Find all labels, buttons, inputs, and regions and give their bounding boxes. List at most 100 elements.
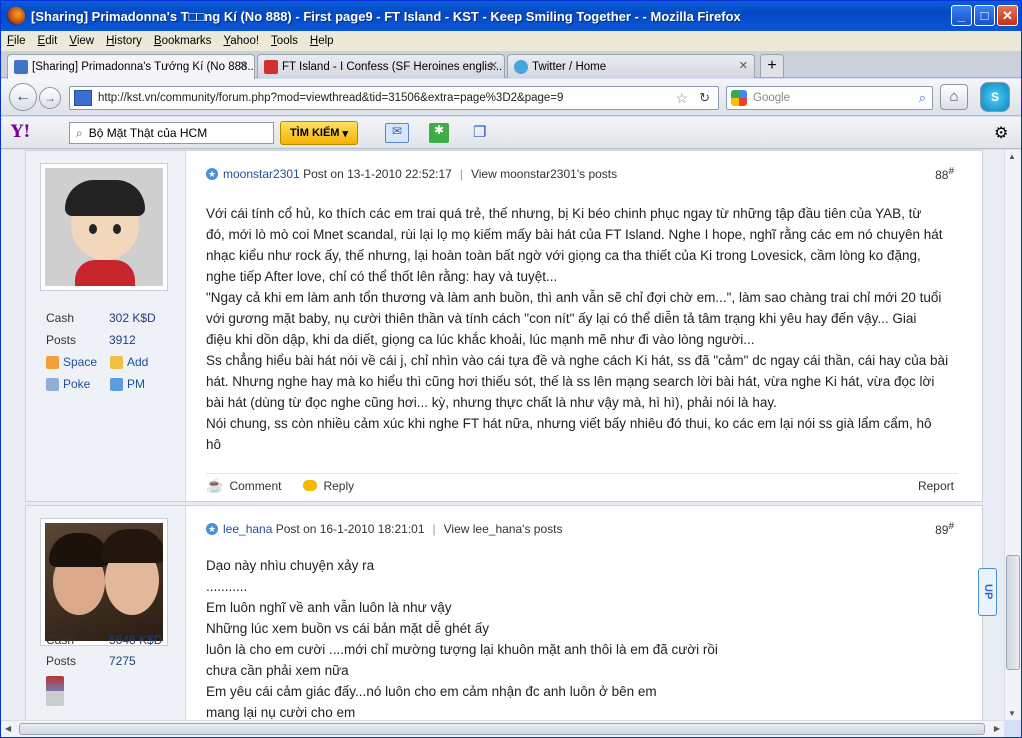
posts-stat: Posts 7275 bbox=[46, 654, 136, 668]
tab-label: [Sharing] Primadonna's Tướng Kí (No 888.… bbox=[32, 61, 255, 73]
cash-label: Cash bbox=[46, 633, 75, 647]
yahoo-search-button[interactable]: TÌM KIẾM ▾ bbox=[280, 121, 358, 145]
menu-yahoo[interactable]: Yahoo! bbox=[223, 35, 259, 47]
tab-label: FT Island - I Confess (SF Heroines engli… bbox=[282, 60, 503, 73]
add-friend-link[interactable]: Add bbox=[110, 355, 148, 369]
post-line: bài hát (dùng từ đọc nghe cũng hơi... kỳ… bbox=[206, 395, 777, 410]
scroll-up-arrow-icon[interactable]: ▲ bbox=[1008, 152, 1016, 161]
post-number[interactable]: 88# bbox=[935, 166, 954, 182]
scroll-down-arrow-icon[interactable]: ▼ bbox=[1008, 709, 1016, 718]
online-star-icon: ★ bbox=[206, 168, 218, 180]
menu-edit[interactable]: Edit bbox=[38, 35, 58, 47]
post-line: nghe tiếp After love, chỉ có thể thốt lê… bbox=[206, 269, 558, 284]
comment-icon: ☕ bbox=[206, 477, 224, 493]
post-line: Những lúc xem buồn vs cái bản mặt dễ ghé… bbox=[206, 621, 489, 636]
view-posts-link[interactable]: View moonstar2301's posts bbox=[471, 167, 617, 181]
yahoo-query-text: Bộ Mặt Thật của HCM bbox=[88, 126, 208, 140]
firefox-icon bbox=[7, 7, 25, 25]
post-author-link[interactable]: moonstar2301 bbox=[223, 167, 300, 181]
horizontal-scroll-thumb[interactable] bbox=[19, 723, 985, 735]
new-tab-button[interactable]: + bbox=[760, 54, 784, 78]
post-number-sup: # bbox=[948, 521, 954, 532]
vertical-scroll-thumb[interactable] bbox=[1006, 555, 1020, 670]
minimize-button[interactable]: _ bbox=[951, 5, 972, 26]
post-author-link[interactable]: lee_hana bbox=[223, 522, 272, 536]
site-identity-icon bbox=[74, 90, 92, 106]
youtube-icon bbox=[264, 59, 278, 74]
cash-value: 302 K$D bbox=[109, 311, 156, 325]
home-icon bbox=[46, 355, 59, 369]
post-line: đó, mới lò mò coi Mnet scandal, rùi lại … bbox=[206, 227, 943, 242]
pm-link[interactable]: PM bbox=[110, 377, 145, 391]
menu-file[interactable]: File bbox=[7, 35, 26, 47]
scroll-right-arrow-icon[interactable]: ▶ bbox=[994, 724, 1000, 733]
window-title: [Sharing] Primadonna's T□□ng Kí (No 888)… bbox=[31, 8, 741, 24]
post-line: Ss chẳng hiểu bài hát nói về cái j, chỉ … bbox=[206, 353, 949, 368]
bookmarks-icon[interactable]: ❐ bbox=[473, 123, 491, 143]
comment-button[interactable]: Comment bbox=[229, 479, 281, 493]
post-line: Dạo này nhìu chuyện xảy ra bbox=[206, 558, 375, 573]
reload-icon[interactable]: ↻ bbox=[699, 90, 710, 106]
tab-close-icon[interactable]: ✕ bbox=[739, 59, 748, 72]
posts-label: Posts bbox=[46, 333, 77, 347]
back-button[interactable]: ← bbox=[9, 83, 37, 111]
close-button[interactable]: ✕ bbox=[997, 5, 1018, 26]
post-main: ★ moonstar2301 Post on 13-1-2010 22:52:1… bbox=[206, 151, 964, 503]
post-line: "Ngay cả khi em làm anh tổn thương và là… bbox=[206, 290, 942, 305]
gadget-icon[interactable]: ✱ bbox=[429, 123, 449, 143]
avatar[interactable] bbox=[40, 518, 168, 646]
post-line: luôn là cho em cười ....mới chỉ mường tư… bbox=[206, 642, 718, 657]
tab-youtube[interactable]: FT Island - I Confess (SF Heroines engli… bbox=[257, 54, 505, 78]
skype-icon[interactable]: S bbox=[980, 82, 1010, 112]
post-author-sidebar: Cash 5648 K$D Posts 7275 bbox=[26, 506, 186, 720]
post-line: chưa cần phải xem nữa bbox=[206, 663, 349, 678]
home-button[interactable]: ⌂ bbox=[940, 84, 968, 110]
horizontal-scrollbar[interactable]: ◀ ▶ bbox=[1, 720, 1004, 737]
twitter-icon bbox=[514, 59, 528, 74]
menu-bar: File Edit View History Bookmarks Yahoo! … bbox=[1, 31, 1021, 51]
post-line: Nói chung, ss còn nhiều cảm xúc khi nghe… bbox=[206, 416, 932, 431]
add-label: Add bbox=[127, 355, 149, 369]
tab-close-icon[interactable]: ✕ bbox=[239, 59, 248, 72]
search-icon[interactable]: ⌕ bbox=[919, 90, 926, 106]
tab-twitter[interactable]: Twitter / Home ✕ bbox=[507, 54, 755, 78]
post-line: nhạc kiểu như rock ấy, thế nhưng, lại ho… bbox=[206, 248, 921, 263]
post-main: ★ lee_hana Post on 16-1-2010 18:21:01 | … bbox=[206, 506, 964, 720]
menu-bookmarks[interactable]: Bookmarks bbox=[154, 35, 212, 47]
yahoo-search-input[interactable]: ⌕ Bộ Mặt Thật của HCM bbox=[69, 122, 274, 144]
maximize-button[interactable]: □ bbox=[974, 5, 995, 26]
yahoo-logo[interactable]: Y! bbox=[11, 122, 31, 142]
post-line: hát. Nhưng nghe hay mà ko hiểu thì cũng … bbox=[206, 374, 935, 389]
tab-sharing[interactable]: [Sharing] Primadonna's Tướng Kí (No 888.… bbox=[7, 54, 255, 79]
bookmark-star-icon[interactable]: ☆ bbox=[675, 90, 688, 107]
navigation-bar: ← → http://kst.vn/community/forum.php?mo… bbox=[1, 79, 1021, 116]
forward-button[interactable]: → bbox=[39, 87, 61, 109]
reply-button[interactable]: Reply bbox=[323, 479, 354, 493]
scroll-left-arrow-icon[interactable]: ◀ bbox=[5, 724, 11, 733]
post-line: với gương mặt baby, nụ cười thiên thần v… bbox=[206, 311, 917, 326]
view-posts-link[interactable]: View lee_hana's posts bbox=[444, 522, 563, 536]
tab-close-icon[interactable]: ✕ bbox=[489, 59, 498, 72]
post-author-sidebar: Cash 302 K$D Posts 3912 Space Add Poke PM bbox=[26, 151, 186, 501]
post-number[interactable]: 89# bbox=[935, 521, 954, 537]
cash-label: Cash bbox=[46, 311, 75, 325]
url-bar[interactable]: http://kst.vn/community/forum.php?mod=vi… bbox=[69, 86, 719, 110]
menu-view[interactable]: View bbox=[69, 35, 94, 47]
search-bar[interactable]: Google ⌕ bbox=[726, 86, 933, 110]
menu-tools[interactable]: Tools bbox=[271, 35, 298, 47]
scroll-to-top-button[interactable]: UP bbox=[978, 568, 997, 616]
post-line: ........... bbox=[206, 579, 248, 594]
report-button[interactable]: Report bbox=[918, 479, 954, 493]
poke-link[interactable]: Poke bbox=[46, 377, 90, 391]
avatar[interactable] bbox=[40, 163, 168, 291]
mail-icon[interactable]: ✉ bbox=[385, 123, 409, 143]
space-link[interactable]: Space bbox=[46, 355, 97, 369]
photo-avatar-image bbox=[45, 523, 163, 641]
settings-gear-icon[interactable]: ⚙ bbox=[994, 123, 1012, 143]
post-line: mang lại nụ cười cho em bbox=[206, 705, 356, 720]
menu-history[interactable]: History bbox=[106, 35, 142, 47]
post-line: Với cái tính cổ hủ, ko thích các em trai… bbox=[206, 206, 922, 221]
vertical-scrollbar[interactable]: ▲ ▼ bbox=[1004, 150, 1021, 720]
post-date: Post on 13-1-2010 22:52:17 bbox=[303, 167, 452, 181]
menu-help[interactable]: Help bbox=[310, 35, 334, 47]
